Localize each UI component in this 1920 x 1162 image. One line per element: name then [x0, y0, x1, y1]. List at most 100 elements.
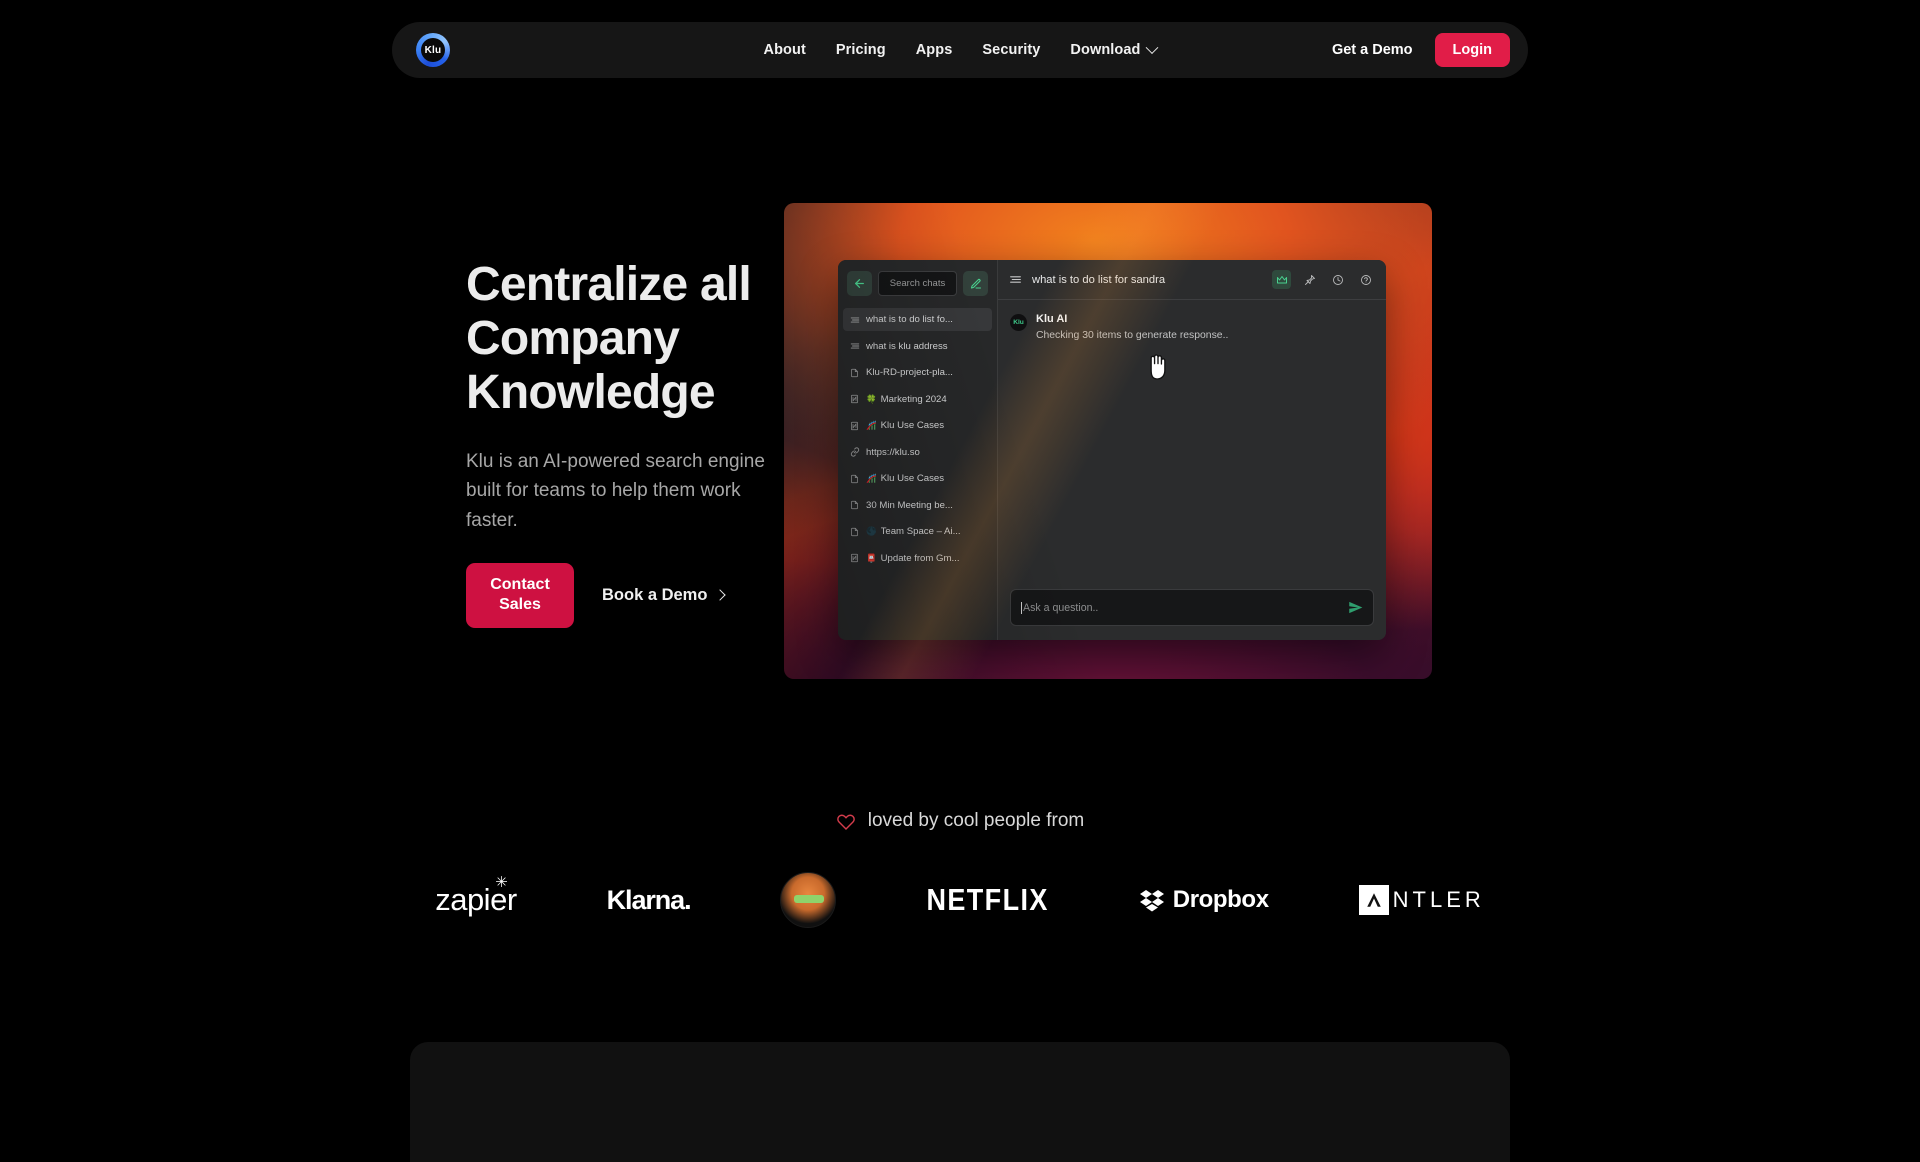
chat-item-emoji: 🍀 [866, 393, 877, 404]
chevron-down-icon [1145, 40, 1159, 54]
nav-link-about[interactable]: About [764, 42, 806, 58]
nav-dropdown-download-label: Download [1070, 42, 1141, 58]
nav-link-security[interactable]: Security [982, 42, 1040, 58]
chat-lines-icon [849, 341, 860, 352]
chat-list-item[interactable]: 🎢 Klu Use Cases [843, 414, 992, 437]
chat-item-emoji: 🌑 [866, 526, 877, 536]
book-a-demo-label: Book a Demo [602, 585, 708, 604]
chat-list: what is to do list fo... what is klu addr… [838, 305, 997, 640]
top-navbar: Klu About Pricing Apps Security Download… [392, 22, 1528, 78]
dropbox-logo-text: Dropbox [1172, 886, 1269, 913]
new-chat-button[interactable] [963, 271, 988, 296]
document-icon [849, 500, 860, 511]
nav-dropdown-download[interactable]: Download [1070, 40, 1159, 58]
chat-lines-icon [849, 314, 860, 325]
hero-section: Centralize all Company Knowledge Klu is … [466, 258, 796, 628]
zapier-logo: zapier ✳ [435, 870, 517, 930]
message-author: Klu AI [1036, 313, 1068, 325]
hero-title-line-2: Company [466, 312, 680, 366]
search-chats-input[interactable]: Search chats [878, 271, 957, 296]
search-chats-placeholder: Search chats [889, 278, 946, 289]
document-icon [849, 526, 860, 537]
hero-cta-group: Contact Sales Book a Demo [466, 563, 796, 628]
antler-mark-icon [1358, 885, 1389, 915]
composer-area: Ask a question.. [998, 589, 1386, 640]
hero-title-line-1: Centralize all [466, 258, 752, 311]
cat-logo [780, 870, 837, 930]
book-a-demo-link[interactable]: Book a Demo [602, 585, 727, 605]
netflix-logo: NETFLIX [926, 870, 1048, 930]
chat-list-item-label: https://klu.so [866, 446, 920, 458]
chat-item-emoji: 🎢 [866, 420, 877, 430]
zapier-star-icon: ✳ [495, 874, 508, 891]
back-button[interactable] [847, 271, 872, 296]
chat-list-item-label: Klu Use Cases [880, 420, 945, 431]
hamburger-icon[interactable] [1009, 273, 1022, 286]
chat-header-actions [1272, 270, 1375, 289]
get-a-demo-link[interactable]: Get a Demo [1332, 42, 1413, 58]
chat-list-item-label: what is klu address [866, 340, 948, 352]
chat-list-item[interactable]: 30 Min Meeting be... [843, 494, 992, 517]
history-clock-icon[interactable] [1328, 270, 1347, 289]
send-paper-plane-icon[interactable] [1348, 600, 1363, 615]
nav-actions-group: Get a Demo Login [1332, 33, 1510, 67]
chat-list-item-label: 30 Min Meeting be... [866, 499, 953, 511]
antler-logo-text: NTLER [1392, 887, 1485, 912]
crown-icon[interactable] [1272, 270, 1291, 289]
chat-list-item[interactable]: 📮 Update from Gm... [843, 547, 992, 570]
antler-logo: NTLER [1358, 870, 1485, 930]
chat-list-item[interactable]: https://klu.so [843, 441, 992, 464]
chat-list-item[interactable]: what is klu address [843, 335, 992, 358]
social-proof-header: loved by cool people from [0, 810, 1920, 832]
chat-list-item[interactable]: 🌑 Team Space – Ai... [843, 520, 992, 543]
netflix-logo-text: NETFLIX [926, 882, 1049, 917]
compose-pencil-icon [970, 278, 981, 289]
ask-question-placeholder: Ask a question.. [1023, 601, 1099, 614]
klu-logo-text: Klu [424, 44, 442, 56]
chat-list-item-label: Update from Gm... [880, 552, 960, 564]
klu-logo[interactable]: Klu [416, 33, 450, 67]
next-section-card [410, 1042, 1510, 1162]
text-caret [1021, 601, 1022, 614]
hand-cursor-icon [1150, 354, 1166, 380]
notion-icon [849, 553, 860, 564]
chat-list-item-label: Klu-RD-project-pla... [866, 367, 953, 378]
hero-title-line-3: Knowledge [466, 366, 716, 420]
contact-sales-button[interactable]: Contact Sales [466, 563, 574, 628]
document-icon [849, 367, 860, 378]
sidebar-toolbar: Search chats [838, 260, 997, 305]
chat-list-item[interactable]: what is to do list fo... [843, 308, 992, 331]
nav-link-pricing[interactable]: Pricing [836, 42, 886, 58]
chat-list-item-label: what is to do list fo... [866, 314, 953, 325]
chat-title: what is to do list for sandra [1032, 273, 1166, 286]
chat-item-emoji: 🎢 [866, 473, 877, 483]
klarna-logo-text: Klarna. [606, 884, 692, 915]
login-button[interactable]: Login [1434, 33, 1510, 67]
chat-header: what is to do list for sandra [998, 260, 1386, 300]
app-main-panel: what is to do list for sandra Klu Klu AI… [998, 260, 1386, 640]
klarna-logo: Klarna. [606, 870, 692, 930]
pin-icon[interactable] [1300, 270, 1319, 289]
chat-list-item-label: Klu Use Cases [880, 473, 945, 484]
nav-link-apps[interactable]: Apps [916, 42, 953, 58]
dropbox-box-icon [1139, 890, 1164, 912]
hero-subtitle: Klu is an AI-powered search engine built… [466, 450, 765, 531]
help-circle-icon[interactable] [1356, 270, 1375, 289]
chevron-right-icon [714, 589, 727, 602]
document-icon [849, 473, 860, 484]
heart-icon [836, 814, 855, 830]
message-status-text: Checking 30 items to generate response.. [1036, 330, 1229, 341]
message-content: Klu AI Checking 30 items to generate res… [1036, 313, 1228, 341]
nav-links-group: About Pricing Apps Security Download [764, 40, 1159, 58]
chat-list-item-label: Marketing 2024 [880, 393, 947, 405]
ask-question-input[interactable]: Ask a question.. [1010, 589, 1374, 626]
app-sidebar: Search chats what is to do list fo... wha… [838, 260, 998, 640]
notion-icon [849, 394, 860, 405]
chat-list-item[interactable]: 🍀 Marketing 2024 [843, 388, 992, 411]
social-proof-text: loved by cool people from [867, 810, 1085, 831]
chat-item-emoji: 📮 [866, 552, 877, 563]
chat-list-item[interactable]: 🎢 Klu Use Cases [843, 467, 992, 490]
dropbox-logo: Dropbox [1139, 870, 1269, 930]
notion-icon [849, 420, 860, 431]
chat-list-item[interactable]: Klu-RD-project-pla... [843, 361, 992, 384]
